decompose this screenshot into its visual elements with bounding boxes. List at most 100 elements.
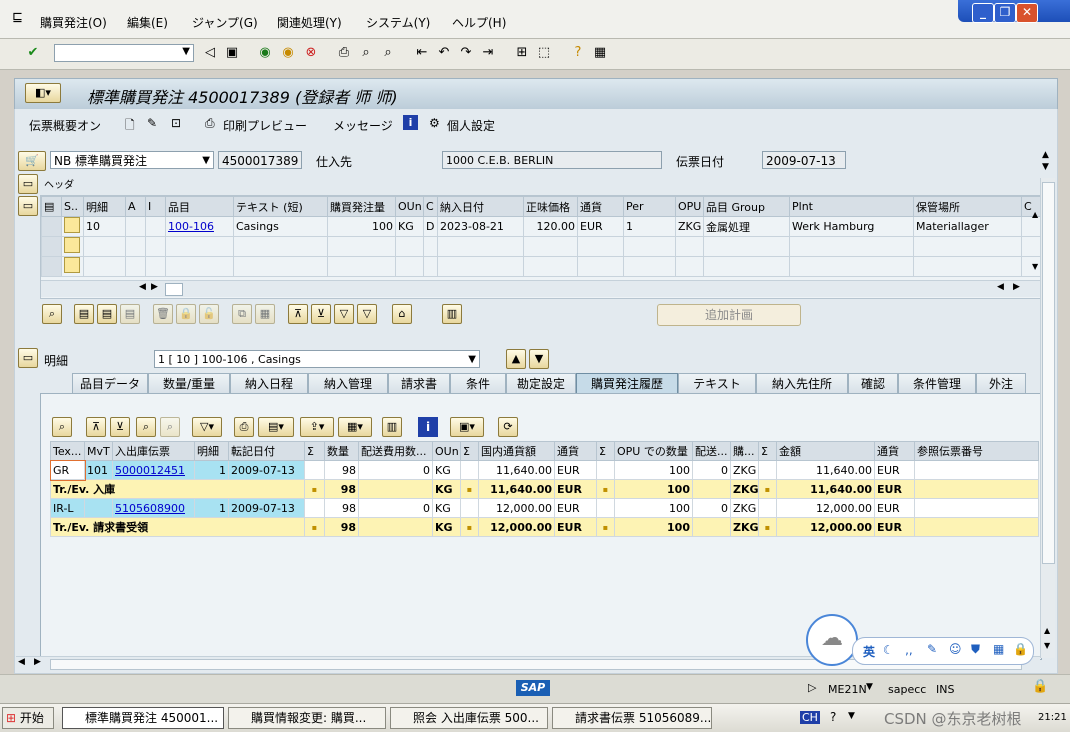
find-next-icon[interactable]: ⌕: [160, 417, 180, 437]
col-per[interactable]: Per: [623, 196, 676, 217]
tab-6[interactable]: 勘定設定: [506, 373, 576, 393]
unlock-icon[interactable]: 🔓: [199, 304, 219, 324]
col-item[interactable]: 明細: [83, 196, 126, 217]
menu-environment[interactable]: 関連処理(Y): [277, 14, 342, 31]
history-col-2[interactable]: 入出庫伝票: [112, 441, 195, 461]
item-detail-dropdown[interactable]: 1 [ 10 ] 100-106 , Casings ▼: [154, 350, 480, 368]
help-icon[interactable]: ?: [569, 44, 587, 62]
tab-1[interactable]: 数量/重量: [148, 373, 230, 393]
moon-icon[interactable]: ☾: [883, 643, 894, 657]
history-col-14[interactable]: 配送...: [692, 441, 731, 461]
help-icon[interactable]: ?: [830, 710, 836, 724]
history-col-4[interactable]: 転記日付: [228, 441, 305, 461]
history-col-19[interactable]: 参照伝票番号: [914, 441, 1039, 461]
table-row[interactable]: 10 100-106 Casings 100 KG D 2023-08-21 1…: [41, 216, 1042, 237]
lock-icon[interactable]: 🔒: [1013, 642, 1028, 656]
smile-icon[interactable]: ☺: [949, 642, 962, 656]
scroll-up-icon[interactable]: ▲: [1032, 210, 1038, 219]
col-material-group[interactable]: 品目 Group: [703, 196, 790, 217]
vendor-field[interactable]: 1000 C.E.B. BERLIN: [442, 151, 662, 169]
chevron-down-icon[interactable]: ▼: [848, 711, 855, 721]
history-col-1[interactable]: MvT: [84, 441, 113, 461]
add-plan-button[interactable]: 追加計画: [657, 304, 801, 326]
input-lang-indicator[interactable]: CH: [800, 711, 820, 724]
history-col-16[interactable]: Σ: [758, 441, 777, 461]
exit-icon[interactable]: ◉: [279, 44, 297, 62]
scroll-down-icon[interactable]: ▼: [1042, 162, 1049, 172]
last-page-icon[interactable]: ⇥: [479, 44, 497, 62]
chevron-down-icon[interactable]: ▼: [866, 682, 873, 692]
menu-edit[interactable]: 編集(E): [127, 14, 168, 31]
item-details-icon[interactable]: ⌕: [42, 304, 62, 324]
layout-icon[interactable]: ▦▾: [338, 417, 372, 437]
col-plant[interactable]: Plnt: [789, 196, 914, 217]
new-document-icon[interactable]: 🗋: [125, 116, 135, 137]
delete-icon[interactable]: 🗑: [153, 304, 173, 324]
history-cell-doc[interactable]: 5105608900: [112, 498, 195, 518]
col-po-qty[interactable]: 購買発注量: [327, 196, 396, 217]
tab-3[interactable]: 納入管理: [308, 373, 388, 393]
print-preview-icon[interactable]: ⎙: [205, 116, 215, 131]
arrow-left-icon[interactable]: ◀: [18, 657, 25, 667]
history-col-17[interactable]: 金額: [776, 441, 875, 461]
find-next-icon[interactable]: ⌕: [379, 44, 397, 62]
history-subtotal-row[interactable]: Tr./Ev. 請求書受領 ▪ 98 KG ▪ 12,000.00 EUR ▪ 100 ZKG ▪ 1…: [50, 517, 1039, 537]
command-field[interactable]: ▼: [54, 44, 194, 62]
arrow-left-icon[interactable]: ◀: [997, 282, 1004, 292]
po-number-field[interactable]: 4500017389: [218, 151, 302, 169]
task-purchasing-info[interactable]: 購買情報変更: 購買...: [228, 707, 386, 729]
graphic-icon[interactable]: ▥: [382, 417, 402, 437]
wrench-icon[interactable]: ✎: [927, 642, 937, 656]
maximize-button[interactable]: ❐: [994, 3, 1016, 23]
scroll-thumb[interactable]: [1042, 182, 1055, 564]
table-row[interactable]: GR 101 5000012451 1 2009-07-13 98 0 KG 11,640.00…: [49, 459, 1039, 481]
col-net-price[interactable]: 正味価格: [523, 196, 578, 217]
history-col-12[interactable]: Σ: [596, 441, 615, 461]
scroll-down-icon[interactable]: ▼: [1044, 641, 1050, 650]
history-col-9[interactable]: Σ: [460, 441, 479, 461]
arrow-left-icon[interactable]: ◁: [201, 44, 219, 62]
lock-status-icon[interactable]: 🔒: [1032, 679, 1048, 694]
table-row[interactable]: IR-L 5105608900 1 2009-07-13 98 0 KG 12,000.00 E…: [50, 498, 1039, 518]
refresh-icon[interactable]: ⟳: [498, 417, 518, 437]
cancel-icon[interactable]: ⊗: [302, 44, 320, 62]
enter-icon[interactable]: ✔: [24, 44, 42, 62]
start-button[interactable]: ⊞ 开始: [2, 707, 54, 729]
task-po[interactable]: 標準購買発注 450001...: [62, 707, 224, 729]
sort-asc-icon[interactable]: ⊼: [288, 304, 308, 324]
item-next-icon[interactable]: ▤: [120, 304, 140, 324]
new-session-icon[interactable]: ⊞: [513, 44, 531, 62]
customize-layout-icon[interactable]: ▦: [591, 44, 609, 62]
history-subtotal-row[interactable]: Tr./Ev. 入庫 ▪ 98 KG ▪ 11,640.00 EUR ▪ 100 ZKG ▪ 11,6…: [50, 479, 1039, 499]
tab-10[interactable]: 確認: [848, 373, 898, 393]
find-icon[interactable]: ⌕: [136, 417, 156, 437]
item-first-icon[interactable]: ▤: [74, 304, 94, 324]
history-col-5[interactable]: Σ: [304, 441, 325, 461]
save-icon[interactable]: ▣: [223, 44, 241, 62]
punctuation-icon[interactable]: ‚,: [905, 643, 913, 657]
prev-page-icon[interactable]: ↶: [435, 44, 453, 62]
default-values-icon[interactable]: ▦: [255, 304, 275, 324]
history-col-10[interactable]: 国内通貨額: [478, 441, 555, 461]
item-grid-hscroll[interactable]: ◀ ▶ ◀ ▶: [41, 280, 1041, 297]
scroll-up-icon[interactable]: ▲: [1044, 626, 1050, 635]
prev-item-icon[interactable]: ▲: [506, 349, 526, 369]
personal-settings-button[interactable]: 個人設定: [447, 117, 495, 134]
back-icon[interactable]: ◉: [256, 44, 274, 62]
filter-icon[interactable]: ▽: [334, 304, 354, 324]
col-item-cat[interactable]: I: [145, 196, 166, 217]
item-prev-icon[interactable]: ▤: [97, 304, 117, 324]
chevron-down-icon[interactable]: ▼: [182, 46, 190, 57]
other-po-icon[interactable]: ◧▾: [25, 83, 61, 103]
minimize-button[interactable]: _: [972, 3, 994, 23]
details-icon[interactable]: ⌕: [52, 417, 72, 437]
arrow-right-icon[interactable]: ▶: [34, 657, 41, 667]
info-icon[interactable]: i: [418, 417, 438, 437]
services-icon[interactable]: ⌂: [392, 304, 412, 324]
filter-icon[interactable]: ▽▾: [192, 417, 222, 437]
grid-icon[interactable]: ▦: [993, 642, 1004, 656]
task-invoice[interactable]: 請求書伝票 51056089...: [552, 707, 712, 729]
menu-purchase-order[interactable]: 購買発注(O): [40, 14, 107, 31]
col-currency[interactable]: 通貨: [577, 196, 624, 217]
history-col-18[interactable]: 通貨: [874, 441, 915, 461]
